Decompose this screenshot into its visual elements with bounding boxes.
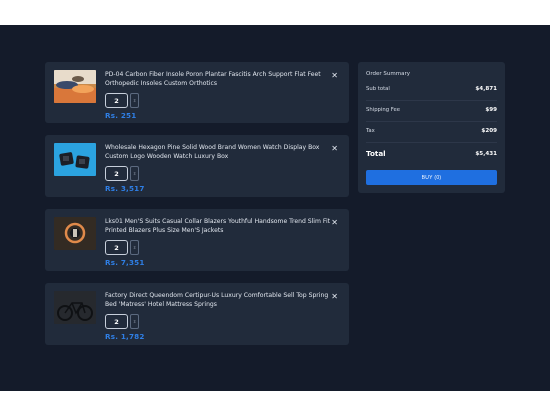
chevron-up-down-icon[interactable]: ⇳ bbox=[130, 240, 139, 255]
tax-value: $209 bbox=[481, 128, 497, 134]
tax-label: Tax bbox=[366, 128, 375, 134]
blazer-product-image[interactable] bbox=[54, 217, 96, 250]
quantity-input[interactable]: 2 bbox=[105, 93, 128, 108]
buy-button[interactable]: BUY (0) bbox=[366, 170, 497, 185]
subtotal-value: $4,871 bbox=[475, 86, 497, 92]
cart-item: Factory Direct Queendom Certipur-Us Luxu… bbox=[45, 283, 349, 345]
product-title[interactable]: Wholesale Hexagon Pine Solid Wood Brand … bbox=[105, 143, 333, 161]
close-icon[interactable]: ✕ bbox=[331, 293, 338, 301]
cart-item: Wholesale Hexagon Pine Solid Wood Brand … bbox=[45, 135, 349, 197]
product-title[interactable]: Lks01 Men'S Suits Casual Collar Blazers … bbox=[105, 217, 333, 235]
cart-item: PD-04 Carbon Fiber Insole Poron Plantar … bbox=[45, 62, 349, 123]
shipping-value: $99 bbox=[485, 107, 497, 113]
shipping-row: Shipping Fee $99 bbox=[366, 107, 497, 113]
close-icon[interactable]: ✕ bbox=[331, 145, 338, 153]
divider bbox=[366, 100, 497, 101]
divider bbox=[366, 142, 497, 143]
quantity-control: 2 ⇳ bbox=[105, 314, 139, 329]
divider bbox=[366, 121, 497, 122]
quantity-input[interactable]: 2 bbox=[105, 314, 128, 329]
total-value: $5,431 bbox=[475, 150, 497, 157]
product-price: Rs. 251 bbox=[105, 111, 137, 120]
tax-row: Tax $209 bbox=[366, 128, 497, 134]
product-price: Rs. 1,782 bbox=[105, 332, 145, 341]
chevron-up-down-icon[interactable]: ⇳ bbox=[130, 166, 139, 181]
quantity-input[interactable]: 2 bbox=[105, 240, 128, 255]
watch-box-product-image[interactable] bbox=[54, 143, 96, 176]
subtotal-row: Sub total $4,871 bbox=[366, 86, 497, 92]
summary-title: Order Summary bbox=[366, 71, 410, 77]
product-price: Rs. 7,351 bbox=[105, 258, 145, 267]
product-price: Rs. 3,517 bbox=[105, 184, 145, 193]
cart-page: PD-04 Carbon Fiber Insole Poron Plantar … bbox=[0, 25, 550, 391]
total-row: Total $5,431 bbox=[366, 149, 497, 158]
quantity-input[interactable]: 2 bbox=[105, 166, 128, 181]
total-label: Total bbox=[366, 149, 386, 158]
shipping-label: Shipping Fee bbox=[366, 107, 401, 113]
summary-header: Order Summary bbox=[366, 71, 497, 77]
mattress-bike-product-image[interactable] bbox=[54, 291, 96, 324]
quantity-control: 2 ⇳ bbox=[105, 240, 139, 255]
close-icon[interactable]: ✕ bbox=[331, 72, 338, 80]
product-title[interactable]: PD-04 Carbon Fiber Insole Poron Plantar … bbox=[105, 70, 333, 88]
quantity-control: 2 ⇳ bbox=[105, 166, 139, 181]
chevron-up-down-icon[interactable]: ⇳ bbox=[130, 93, 139, 108]
chevron-up-down-icon[interactable]: ⇳ bbox=[130, 314, 139, 329]
subtotal-label: Sub total bbox=[366, 86, 390, 92]
product-title[interactable]: Factory Direct Queendom Certipur-Us Luxu… bbox=[105, 291, 333, 309]
cart-item: Lks01 Men'S Suits Casual Collar Blazers … bbox=[45, 209, 349, 271]
order-summary-panel: Order Summary Sub total $4,871 Shipping … bbox=[358, 62, 505, 193]
insole-product-image[interactable] bbox=[54, 70, 96, 103]
quantity-control: 2 ⇳ bbox=[105, 93, 139, 108]
close-icon[interactable]: ✕ bbox=[331, 219, 338, 227]
